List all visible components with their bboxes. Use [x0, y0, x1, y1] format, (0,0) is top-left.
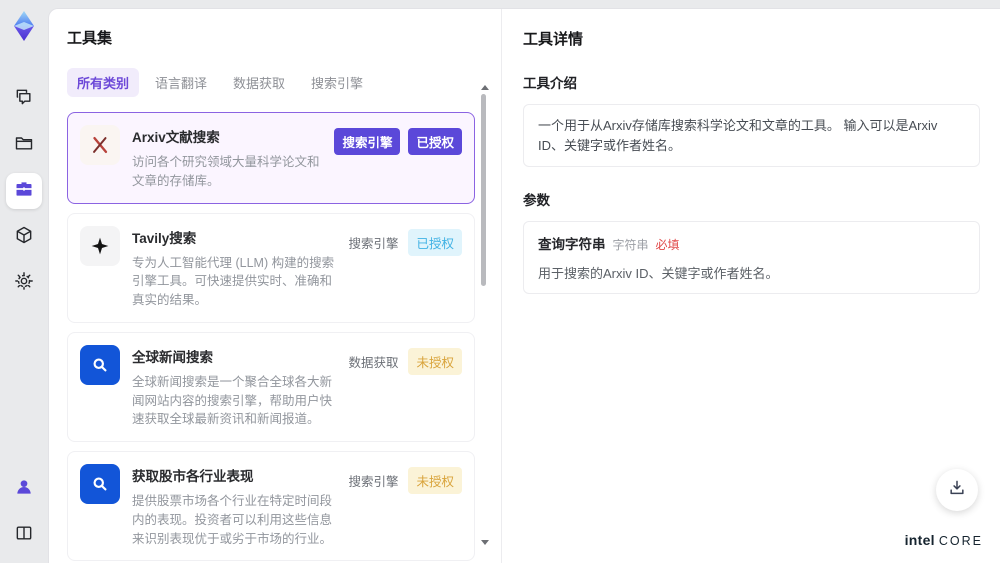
tool-detail-panel: 工具详情 工具介绍 一个用于从Arxiv存储库搜索科学论文和文章的工具。 输入可…: [501, 9, 1000, 563]
tool-card-tavily[interactable]: Tavily搜索 专为人工智能代理 (LLM) 构建的搜索引擎工具。可快速提供实…: [67, 212, 475, 323]
tool-name: Tavily搜索: [132, 230, 197, 246]
sidebar-item-account[interactable]: [6, 471, 42, 507]
gear-icon: [14, 271, 34, 296]
param-description: 用于搜索的Arxiv ID、关键字或作者姓名。: [538, 266, 779, 281]
sidebar-item-panel-toggle[interactable]: [6, 517, 42, 553]
sidebar-rail: [0, 0, 48, 563]
tool-description: 全球新闻搜索是一个聚合全球各大新闻网站内容的搜索引擎，帮助用户快速获取全球最新资…: [132, 374, 333, 427]
user-icon: [14, 477, 34, 502]
folder-icon: [14, 133, 34, 158]
tool-list: Arxiv文献搜索 访问各个研究领域大量科学论文和文章的存储库。 搜索引擎 已授…: [67, 112, 475, 563]
tool-description: 提供股票市场各个行业在特定时间段内的表现。投资者可以利用这些信息来识别表现优于或…: [132, 494, 333, 546]
intel-wordmark: intel: [904, 532, 935, 548]
tab-all-categories[interactable]: 所有类别: [67, 68, 140, 97]
tab-data-fetch[interactable]: 数据获取: [223, 68, 295, 97]
split-panel-icon: [14, 523, 34, 548]
intro-box: 一个用于从Arxiv存储库搜索科学论文和文章的工具。 输入可以是Arxiv ID…: [523, 104, 980, 167]
param-box: 查询字符串 字符串 必填 用于搜索的Arxiv ID、关键字或作者姓名。: [523, 221, 980, 294]
sidebar-item-files[interactable]: [6, 127, 42, 163]
sidebar-item-settings[interactable]: [6, 265, 42, 301]
auth-status-badge: 已授权: [408, 128, 462, 155]
sidebar-item-chat[interactable]: [6, 81, 42, 117]
sidebar-item-packages[interactable]: [6, 219, 42, 255]
tab-language-translation[interactable]: 语言翻译: [145, 68, 217, 97]
core-wordmark: CORE: [938, 534, 983, 548]
app-root: 工具集 所有类别 语言翻译 数据获取 搜索引擎 Arxiv文献搜索 访问各个研究…: [0, 0, 1000, 563]
intel-core-logo: intel CORE: [905, 532, 983, 548]
category-badge: 搜索引擎: [348, 236, 399, 251]
category-tabs: 所有类别 语言翻译 数据获取 搜索引擎: [67, 68, 475, 97]
chat-icon: [14, 87, 34, 112]
auth-status-badge: 未授权: [408, 467, 462, 494]
scrollbar-thumb[interactable]: [481, 94, 486, 286]
stock-search-icon: [80, 464, 120, 504]
toolbox-icon: [14, 179, 34, 204]
category-badge: 搜索引擎: [334, 128, 401, 155]
auth-status-badge: 未授权: [408, 347, 462, 375]
tool-list-scrollbar: [479, 85, 489, 545]
intro-text: 一个用于从Arxiv存储库搜索科学论文和文章的工具。 输入可以是Arxiv ID…: [538, 118, 938, 153]
detail-title: 工具详情: [523, 31, 584, 48]
tool-name: 获取股市各行业表现: [132, 469, 254, 484]
tools-column: 工具集 所有类别 语言翻译 数据获取 搜索引擎 Arxiv文献搜索 访问各个研究…: [49, 9, 501, 563]
params-heading: 参数: [523, 193, 550, 208]
arxiv-logo-icon: [80, 125, 120, 165]
tavily-star-icon: [80, 225, 120, 266]
tool-description: 访问各个研究领域大量科学论文和文章的存储库。: [132, 155, 320, 188]
download-icon: [947, 478, 967, 503]
download-button[interactable]: [936, 469, 978, 511]
param-name: 查询字符串: [538, 237, 606, 252]
cube-icon: [14, 225, 34, 250]
param-type: 字符串: [612, 238, 649, 252]
scroll-down-arrow-icon[interactable]: [481, 540, 489, 545]
tool-card-arxiv[interactable]: Arxiv文献搜索 访问各个研究领域大量科学论文和文章的存储库。 搜索引擎 已授…: [67, 112, 475, 204]
tool-name: Arxiv文献搜索: [132, 130, 220, 145]
tool-name: 全球新闻搜索: [132, 349, 213, 365]
tool-description: 专为人工智能代理 (LLM) 构建的搜索引擎工具。可快速提供实时、准确和真实的结…: [132, 255, 335, 308]
tool-card-global-news[interactable]: 全球新闻搜索 全球新闻搜索是一个聚合全球各大新闻网站内容的搜索引擎，帮助用户快速…: [67, 331, 475, 442]
param-required-flag: 必填: [655, 238, 680, 252]
news-search-icon: [80, 344, 120, 385]
page-title: 工具集: [67, 30, 113, 47]
tab-search-engine[interactable]: 搜索引擎: [301, 68, 373, 97]
category-badge: 数据获取: [348, 355, 399, 370]
auth-status-badge: 已授权: [408, 228, 462, 256]
app-logo-icon: [7, 9, 41, 43]
intro-heading: 工具介绍: [523, 76, 577, 91]
category-badge: 搜索引擎: [348, 475, 399, 489]
scroll-up-arrow-icon[interactable]: [481, 85, 489, 90]
sidebar-item-tools[interactable]: [6, 173, 42, 209]
tool-card-sector-performance[interactable]: 获取股市各行业表现 提供股票市场各个行业在特定时间段内的表现。投资者可以利用这些…: [67, 451, 475, 562]
main-panel: 工具集 所有类别 语言翻译 数据获取 搜索引擎 Arxiv文献搜索 访问各个研究…: [48, 8, 1000, 563]
